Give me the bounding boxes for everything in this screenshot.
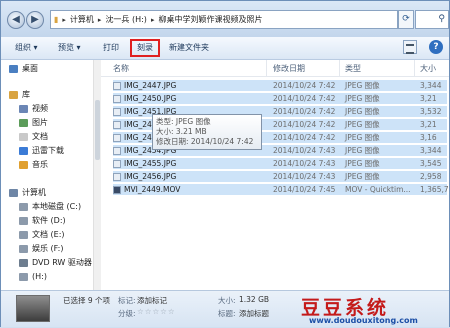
drive-icon: [19, 202, 28, 211]
drive-icon: [19, 244, 28, 253]
drive-icon: [19, 216, 28, 225]
search-icon: ⚲: [438, 14, 445, 24]
music-icon: [19, 160, 28, 169]
forward-button[interactable]: ▶: [26, 11, 44, 29]
tags-label: 标记:: [118, 296, 136, 305]
sidebar-item-music[interactable]: 音乐: [19, 158, 48, 171]
command-bar: 组织 ▾ 预览 ▾ 打印 刻录 新建文件夹 ?: [1, 37, 449, 60]
image-file-icon: [113, 95, 121, 103]
image-file-icon: [113, 147, 121, 155]
image-file-icon: [113, 134, 121, 142]
title-label: 标题:: [218, 309, 236, 318]
removable-drive-icon: [19, 272, 28, 281]
sidebar-item-drive-e[interactable]: 文档 (E:): [19, 228, 65, 241]
file-row[interactable]: IMG_2447.JPG 2014/10/24 7:42 JPEG 图像 3,344: [113, 80, 447, 91]
column-header-modified[interactable]: 修改日期: [273, 63, 305, 74]
drive-icon: [19, 230, 28, 239]
tooltip-type: 类型: JPEG 图像: [156, 117, 211, 126]
tooltip-modified: 修改日期: 2014/10/24 7:42: [156, 137, 254, 146]
desktop-icon: [9, 64, 18, 73]
breadcrumb-drive[interactable]: 沈一兵 (H:): [102, 14, 150, 25]
image-file-icon: [113, 82, 121, 90]
file-row[interactable]: MVI_2449.MOV 2014/10/24 7:45 MOV - Quickti…: [113, 184, 449, 195]
size-label: 大小:: [218, 296, 236, 305]
refresh-button[interactable]: ⟳: [398, 10, 414, 29]
sidebar-item-documents[interactable]: 文档: [19, 130, 48, 143]
breadcrumb-folder[interactable]: 柳桌中学刘颖作课视频及照片: [155, 14, 265, 25]
file-list: 名称 修改日期 类型 大小 IMG_2447.JPG 2014/10/24 7:4…: [101, 60, 449, 290]
explorer-window: ◀ ▶ ▮ ▸ 计算机 ▸ 沈一兵 (H:) ▸ 柳桌中学刘颖作课视频及照片 ⟳…: [0, 0, 450, 327]
column-header-name[interactable]: 名称: [113, 63, 129, 74]
search-input[interactable]: ⚲: [415, 10, 449, 29]
image-file-icon: [113, 173, 121, 181]
size-value: 1.32 GB: [239, 295, 270, 304]
sidebar-item-drive-h[interactable]: (H:): [19, 270, 47, 283]
library-icon: [9, 90, 18, 99]
rating-stars[interactable]: ☆☆☆☆☆: [137, 307, 176, 316]
breadcrumb-computer[interactable]: 计算机: [67, 14, 97, 25]
sidebar-item-videos[interactable]: 视频: [19, 102, 48, 115]
dvd-drive-icon: [19, 258, 28, 267]
picture-icon: [19, 118, 28, 127]
document-icon: [19, 132, 28, 141]
folder-icon: ▮: [54, 15, 59, 24]
column-divider[interactable]: [414, 60, 415, 76]
file-tooltip: 类型: JPEG 图像 大小: 3.21 MB 修改日期: 2014/10/24…: [152, 114, 262, 150]
print-button[interactable]: 打印: [103, 41, 119, 55]
sidebar-item-thunder[interactable]: 迅雷下载: [19, 144, 64, 157]
navigation-scrollbar[interactable]: [93, 60, 101, 290]
back-button[interactable]: ◀: [7, 11, 25, 29]
column-divider[interactable]: [339, 60, 340, 76]
sidebar-item-libraries[interactable]: 库: [9, 88, 30, 101]
address-bar[interactable]: ▮ ▸ 计算机 ▸ 沈一兵 (H:) ▸ 柳桌中学刘颖作课视频及照片: [50, 10, 398, 29]
new-folder-button[interactable]: 新建文件夹: [169, 41, 209, 55]
sidebar-item-dvd-drive[interactable]: DVD RW 驱动器: [19, 256, 92, 269]
column-divider[interactable]: [266, 60, 267, 76]
sidebar-item-desktop[interactable]: 桌面: [9, 62, 38, 75]
organize-button[interactable]: 组织 ▾: [15, 41, 38, 55]
title-field[interactable]: 添加标题: [239, 308, 269, 319]
burn-highlight-box: [130, 39, 160, 57]
sidebar-item-drive-f[interactable]: 娱乐 (F:): [19, 242, 63, 255]
preview-button[interactable]: 预览 ▾: [58, 41, 81, 55]
selection-count: 已选择 9 个项: [63, 296, 111, 305]
watermark-url: www.doudouxitong.com: [309, 316, 418, 325]
file-row[interactable]: IMG_2450.JPG 2014/10/24 7:42 JPEG 图像 3,21: [113, 93, 447, 104]
column-header-row: 名称 修改日期 类型 大小: [101, 60, 449, 77]
sidebar-item-computer[interactable]: 计算机: [9, 186, 46, 199]
image-file-icon: [113, 108, 121, 116]
sidebar-item-pictures[interactable]: 图片: [19, 116, 48, 129]
column-header-size[interactable]: 大小: [420, 63, 436, 74]
computer-icon: [9, 188, 18, 197]
watermark: 豆豆系统 www.doudouxitong.com: [301, 293, 450, 328]
scrollbar-thumb[interactable]: [95, 100, 100, 160]
sidebar-item-drive-c[interactable]: 本地磁盘 (C:): [19, 200, 81, 213]
thunder-icon: [19, 146, 28, 155]
rating-label: 分级:: [118, 309, 136, 318]
image-file-icon: [113, 121, 121, 129]
title-bar: ◀ ▶ ▮ ▸ 计算机 ▸ 沈一兵 (H:) ▸ 柳桌中学刘颖作课视频及照片 ⟳…: [1, 1, 449, 37]
video-icon: [19, 104, 28, 113]
view-options-button[interactable]: [403, 40, 417, 54]
video-file-icon: [113, 186, 121, 194]
navigation-pane: 桌面 库 视频 图片 文档 迅雷下载 音乐 计算机 本地磁盘 (C:) 软件 (…: [1, 60, 94, 290]
image-file-icon: [113, 160, 121, 168]
tags-field[interactable]: 添加标记: [137, 295, 167, 306]
sidebar-item-drive-d[interactable]: 软件 (D:): [19, 214, 66, 227]
file-row[interactable]: IMG_2456.JPG 2014/10/24 7:43 JPEG 图像 2,958: [113, 171, 447, 182]
tooltip-size: 大小: 3.21 MB: [156, 127, 207, 136]
column-header-type[interactable]: 类型: [345, 63, 361, 74]
file-row[interactable]: IMG_2455.JPG 2014/10/24 7:43 JPEG 图像 3,545: [113, 158, 447, 169]
selection-thumbnail: [16, 295, 50, 322]
help-icon[interactable]: ?: [429, 40, 443, 54]
